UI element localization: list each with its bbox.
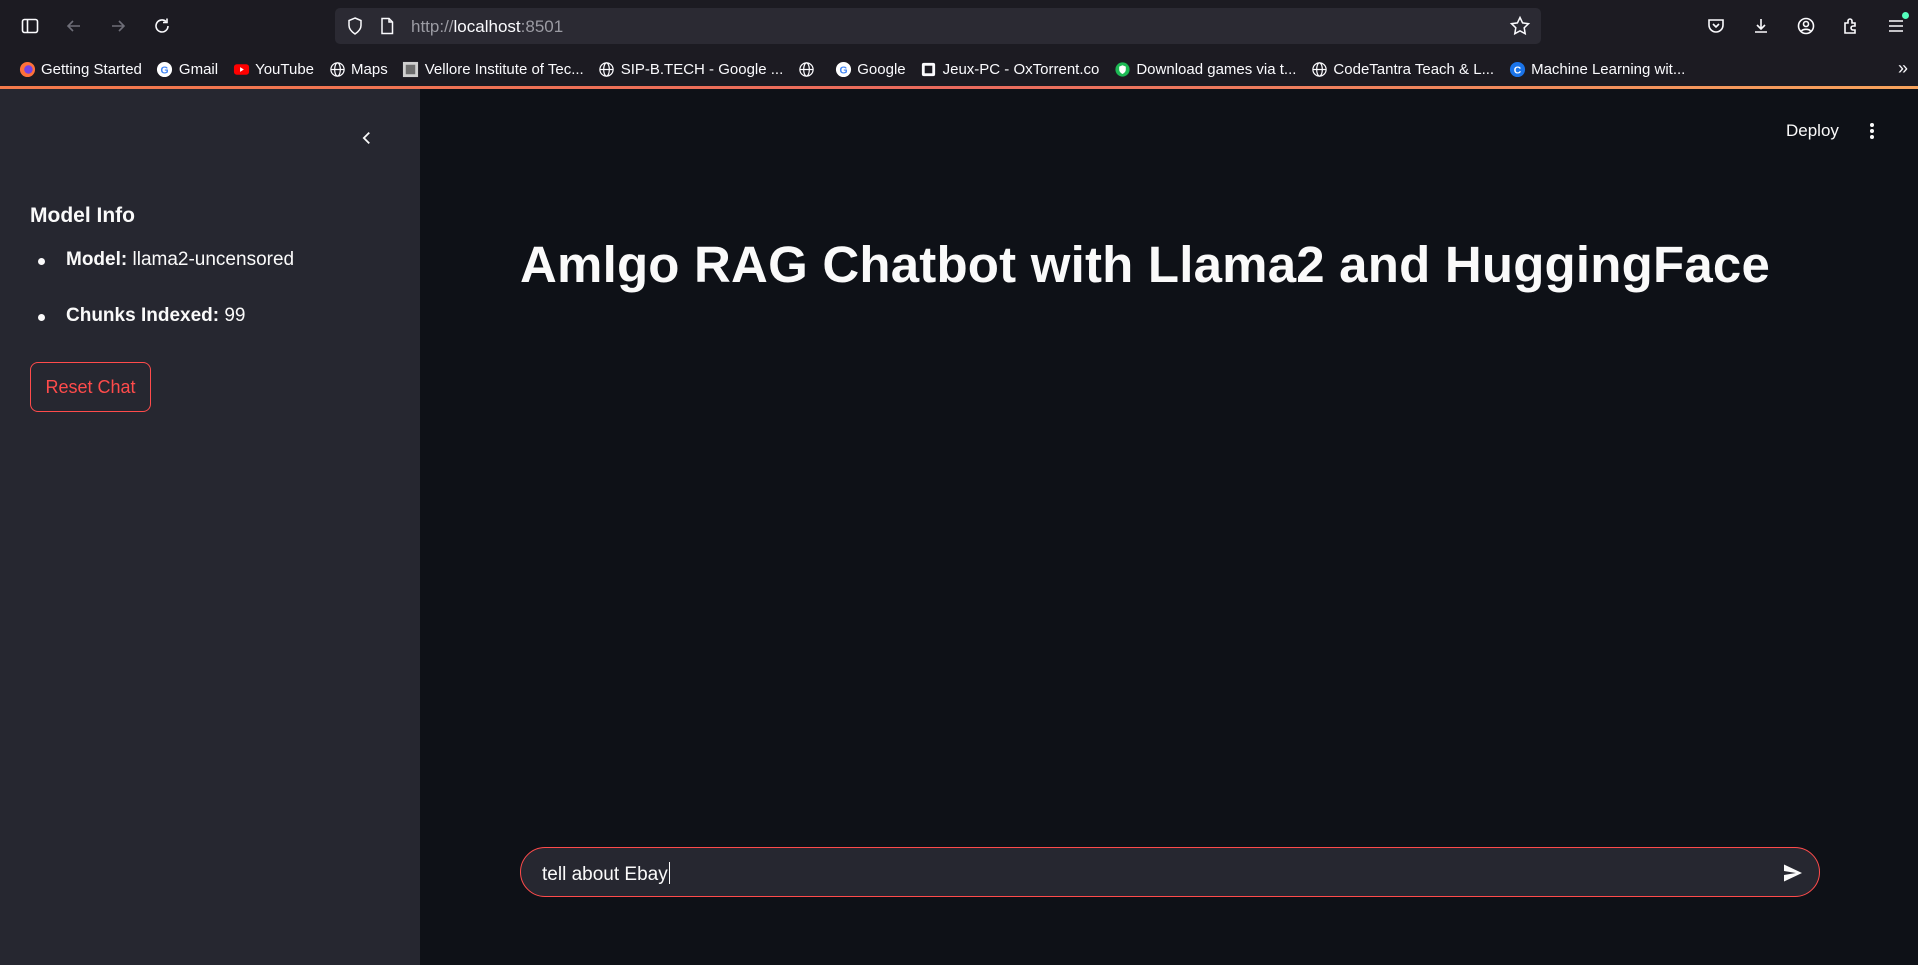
google-icon: G xyxy=(834,60,852,78)
square-icon xyxy=(920,60,938,78)
update-dot-icon xyxy=(1902,12,1909,19)
extensions-icon[interactable] xyxy=(1828,6,1873,46)
url-text[interactable]: http://localhost:8501 xyxy=(411,17,563,37)
bookmark-item[interactable]: Getting Started xyxy=(12,55,148,83)
c-icon: C xyxy=(1508,60,1526,78)
main-content: Deploy Amlgo RAG Chatbot with Llama2 and… xyxy=(420,89,1918,965)
bookmark-star-icon[interactable] xyxy=(1509,15,1531,37)
pocket-icon[interactable] xyxy=(1693,6,1738,46)
bookmark-item[interactable]: G Google xyxy=(828,55,911,83)
vit-icon xyxy=(402,60,420,78)
chunks-value: 99 xyxy=(224,305,246,326)
chunks-key: Chunks Indexed: xyxy=(66,305,220,326)
chat-input[interactable]: tell about Ebay xyxy=(520,847,1820,897)
back-icon[interactable] xyxy=(52,6,96,46)
bookmark-label: Vellore Institute of Tec... xyxy=(424,60,584,78)
bookmark-label: YouTube xyxy=(255,60,315,78)
bookmark-item[interactable]: Vellore Institute of Tec... xyxy=(396,55,590,83)
bookmark-label: CodeTantra Teach & L... xyxy=(1333,60,1495,78)
model-value: llama2-uncensored xyxy=(132,249,295,270)
youtube-icon xyxy=(232,60,250,78)
bookmark-item[interactable]: SIP-B.TECH - Google ... xyxy=(592,55,790,83)
bookmark-label: Gmail xyxy=(178,60,219,78)
bookmark-label: Jeux-PC - OxTorrent.co xyxy=(942,60,1100,78)
bookmark-item[interactable]: Maps xyxy=(322,55,394,83)
bookmark-label: Machine Learning wit... xyxy=(1531,60,1686,78)
bookmark-label: SIP-B.TECH - Google ... xyxy=(620,60,784,78)
bookmark-label: Getting Started xyxy=(41,60,142,78)
model-info-heading: Model Info xyxy=(30,204,135,227)
bookmark-label: Maps xyxy=(351,60,388,78)
bookmark-item[interactable]: Jeux-PC - OxTorrent.co xyxy=(914,55,1106,83)
send-icon[interactable] xyxy=(1779,859,1807,887)
globe-icon xyxy=(598,60,616,78)
bookmark-item[interactable] xyxy=(791,55,826,83)
bookmark-item[interactable]: Download games via t... xyxy=(1107,55,1302,83)
address-bar[interactable]: http://localhost:8501 xyxy=(335,8,1541,44)
more-options-icon[interactable] xyxy=(1860,119,1884,143)
page-title: Amlgo RAG Chatbot with Llama2 and Huggin… xyxy=(520,236,1771,293)
tracking-shield-icon[interactable] xyxy=(345,16,365,36)
list-item: Model: llama2-uncensored xyxy=(30,249,294,305)
bookmark-item[interactable]: CodeTantra Teach & L... xyxy=(1304,55,1500,83)
browser-toolbar: http://localhost:8501 xyxy=(0,0,1918,52)
model-info-list: Model: llama2-uncensored Chunks Indexed:… xyxy=(30,249,294,361)
download-icon[interactable] xyxy=(1738,6,1783,46)
sidebar: Model Info Model: llama2-uncensored Chun… xyxy=(0,89,420,965)
chat-input-text[interactable]: tell about Ebay xyxy=(542,862,670,886)
bookmark-item[interactable]: C Machine Learning wit... xyxy=(1502,55,1691,83)
sidebar-toggle-icon[interactable] xyxy=(8,6,52,46)
globe-icon xyxy=(797,60,815,78)
bookmarks-toolbar: Getting Started G Gmail YouTube Maps Vellore … xyxy=(0,52,1918,86)
app-menu-icon[interactable] xyxy=(1873,6,1918,46)
bookmark-item[interactable]: G Gmail xyxy=(150,55,224,83)
globe-icon xyxy=(1310,60,1328,78)
deploy-button[interactable]: Deploy xyxy=(1786,121,1839,141)
reload-icon[interactable] xyxy=(140,6,184,46)
firefox-icon xyxy=(18,60,36,78)
shield-green-icon xyxy=(1113,60,1131,78)
bookmark-label: Google xyxy=(857,60,906,78)
collapse-sidebar-icon[interactable] xyxy=(352,123,382,153)
bookmarks-overflow-icon[interactable]: » xyxy=(1898,58,1908,79)
svg-text:C: C xyxy=(1513,65,1521,76)
model-key: Model: xyxy=(66,249,128,270)
bookmark-label: Download games via t... xyxy=(1136,60,1297,78)
svg-text:G: G xyxy=(839,65,847,76)
text-caret xyxy=(668,862,670,884)
page-info-icon[interactable] xyxy=(377,16,397,36)
list-item: Chunks Indexed: 99 xyxy=(30,305,294,361)
google-icon: G xyxy=(156,60,174,78)
forward-icon[interactable] xyxy=(96,6,140,46)
globe-icon xyxy=(328,60,346,78)
reset-chat-button[interactable]: Reset Chat xyxy=(30,362,151,412)
svg-text:G: G xyxy=(161,65,169,76)
account-icon[interactable] xyxy=(1783,6,1828,46)
bookmark-item[interactable]: YouTube xyxy=(226,55,320,83)
